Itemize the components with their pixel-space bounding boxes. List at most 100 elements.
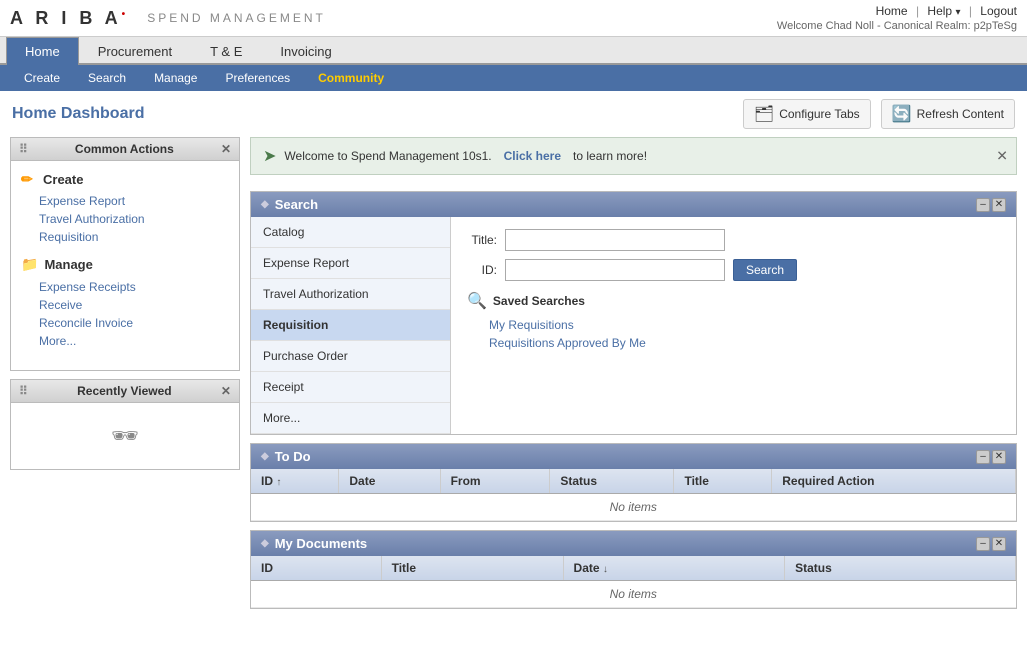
- search-right-form: Title: ID: Search 🔍 Saved Searches My R: [451, 217, 1016, 434]
- content-area: ➤ Welcome to Spend Management 10s1. Clic…: [250, 137, 1017, 609]
- recently-viewed-close[interactable]: ✕: [221, 384, 231, 398]
- receive-link[interactable]: Receive: [21, 296, 229, 314]
- mydoc-col-date[interactable]: Date ↓: [563, 556, 785, 581]
- id-row: ID: Search: [467, 259, 1000, 281]
- my-documents-empty-row: No items: [251, 581, 1016, 608]
- tab-te[interactable]: T & E: [191, 37, 261, 65]
- home-link[interactable]: Home: [876, 4, 908, 18]
- mydoc-col-status[interactable]: Status: [785, 556, 1016, 581]
- my-documents-empty-message: No items: [251, 581, 1016, 608]
- manage-group: Manage Expense Receipts Receive Reconcil…: [21, 256, 229, 350]
- my-documents-header-row: ID Title Date ↓ Status: [251, 556, 1016, 581]
- travel-auth-link[interactable]: Travel Authorization: [21, 210, 229, 228]
- search-more-item[interactable]: More...: [251, 403, 450, 434]
- search-left-nav: Catalog Expense Report Travel Authorizat…: [251, 217, 451, 434]
- my-documents-title: My Documents: [261, 536, 367, 551]
- refresh-content-button[interactable]: 🔄 Refresh Content: [881, 99, 1015, 129]
- create-group-title: Create: [21, 171, 229, 187]
- todo-col-from[interactable]: From: [440, 469, 550, 494]
- logout-link[interactable]: Logout: [980, 4, 1017, 18]
- search-body: Catalog Expense Report Travel Authorizat…: [251, 217, 1016, 434]
- main-layout: ⠿ Common Actions ✕ Create Expense Report…: [0, 137, 1027, 619]
- recently-viewed-header: ⠿ Recently Viewed ✕: [11, 380, 239, 403]
- banner-close-button[interactable]: ✕: [996, 148, 1008, 165]
- manage-group-title: Manage: [21, 256, 229, 273]
- todo-table: ID ↑ Date From Status Title Required Act…: [251, 469, 1016, 521]
- todo-col-id[interactable]: ID ↑: [251, 469, 339, 494]
- saved-searches-title: 🔍 Saved Searches: [467, 291, 1000, 311]
- expense-receipts-link[interactable]: Expense Receipts: [21, 278, 229, 296]
- todo-header-row: ID ↑ Date From Status Title Required Act…: [251, 469, 1016, 494]
- left-panel: ⠿ Common Actions ✕ Create Expense Report…: [10, 137, 240, 609]
- search-minimize-button[interactable]: –: [976, 198, 990, 212]
- my-documents-close-button[interactable]: ✕: [992, 537, 1006, 551]
- my-documents-controls: – ✕: [976, 537, 1006, 551]
- subnav-community[interactable]: Community: [304, 65, 398, 91]
- recently-viewed-body: 🕶: [11, 403, 239, 469]
- refresh-icon: 🔄: [892, 104, 912, 124]
- todo-empty-message: No items: [251, 494, 1016, 521]
- search-close-button[interactable]: ✕: [992, 198, 1006, 212]
- saved-search-approved[interactable]: Requisitions Approved By Me: [467, 334, 1000, 352]
- configure-tabs-button[interactable]: 🗂 Configure Tabs: [743, 99, 871, 129]
- welcome-text: Welcome Chad Noll - Canonical Realm: p2p…: [777, 20, 1017, 32]
- tab-invoicing[interactable]: Invoicing: [261, 37, 350, 65]
- subnav-preferences[interactable]: Preferences: [211, 65, 304, 91]
- banner-arrow: ➤: [263, 146, 276, 166]
- help-link[interactable]: Help ▾: [927, 4, 960, 18]
- todo-header: To Do – ✕: [251, 444, 1016, 469]
- welcome-banner: ➤ Welcome to Spend Management 10s1. Clic…: [250, 137, 1017, 175]
- title-input[interactable]: [505, 229, 725, 251]
- id-label: ID:: [467, 263, 497, 277]
- todo-minimize-button[interactable]: –: [976, 450, 990, 464]
- mydoc-col-title[interactable]: Title: [381, 556, 563, 581]
- expense-report-link[interactable]: Expense Report: [21, 192, 229, 210]
- pencil-icon: [21, 171, 37, 187]
- search-expense-report-item[interactable]: Expense Report: [251, 248, 450, 279]
- todo-empty-row: No items: [251, 494, 1016, 521]
- search-requisition-item[interactable]: Requisition: [251, 310, 450, 341]
- subnav-search[interactable]: Search: [74, 65, 140, 91]
- search-po-item[interactable]: Purchase Order: [251, 341, 450, 372]
- subnav-create[interactable]: Create: [10, 65, 74, 91]
- tab-home[interactable]: Home: [6, 37, 79, 65]
- id-input[interactable]: [505, 259, 725, 281]
- page-title: Home Dashboard: [12, 105, 144, 123]
- tab-procurement[interactable]: Procurement: [79, 37, 191, 65]
- reconcile-invoice-link[interactable]: Reconcile Invoice: [21, 314, 229, 332]
- glasses-icon: 🕶: [21, 413, 229, 459]
- folder-tabs-icon: 🗂: [754, 104, 774, 124]
- common-actions-close[interactable]: ✕: [221, 142, 231, 156]
- search-catalog-item[interactable]: Catalog: [251, 217, 450, 248]
- sub-nav: Create Search Manage Preferences Communi…: [0, 65, 1027, 91]
- more-manage-link[interactable]: More...: [21, 332, 229, 350]
- top-bar: A R I B A• SPEND MANAGEMENT Home | Help …: [0, 0, 1027, 37]
- search-button[interactable]: Search: [733, 259, 797, 281]
- my-documents-minimize-button[interactable]: –: [976, 537, 990, 551]
- recently-viewed-dots: ⠿: [19, 384, 28, 398]
- search-section: Search – ✕ Catalog Expense Report Travel…: [250, 191, 1017, 435]
- banner-after-text: to learn more!: [573, 149, 647, 163]
- my-documents-table: ID Title Date ↓ Status No items: [251, 556, 1016, 608]
- logo-bullet: •: [122, 9, 130, 20]
- nav-tabs: Home Procurement T & E Invoicing: [0, 37, 1027, 65]
- search-receipt-item[interactable]: Receipt: [251, 372, 450, 403]
- todo-col-status[interactable]: Status: [550, 469, 674, 494]
- title-label: Title:: [467, 233, 497, 247]
- todo-controls: – ✕: [976, 450, 1006, 464]
- banner-link[interactable]: Click here: [504, 149, 561, 163]
- todo-col-required-action[interactable]: Required Action: [772, 469, 1016, 494]
- create-group: Create Expense Report Travel Authorizati…: [21, 171, 229, 246]
- logo-title: SPEND MANAGEMENT: [147, 11, 326, 25]
- search-travel-auth-item[interactable]: Travel Authorization: [251, 279, 450, 310]
- common-actions-body: Create Expense Report Travel Authorizati…: [11, 161, 239, 370]
- subnav-manage[interactable]: Manage: [140, 65, 211, 91]
- todo-col-title[interactable]: Title: [674, 469, 772, 494]
- requisition-link[interactable]: Requisition: [21, 228, 229, 246]
- todo-col-date[interactable]: Date: [339, 469, 440, 494]
- mydoc-col-id[interactable]: ID: [251, 556, 381, 581]
- todo-close-button[interactable]: ✕: [992, 450, 1006, 464]
- search-controls: – ✕: [976, 198, 1006, 212]
- saved-search-my-requisitions[interactable]: My Requisitions: [467, 316, 1000, 334]
- saved-searches: 🔍 Saved Searches My Requisitions Requisi…: [467, 291, 1000, 352]
